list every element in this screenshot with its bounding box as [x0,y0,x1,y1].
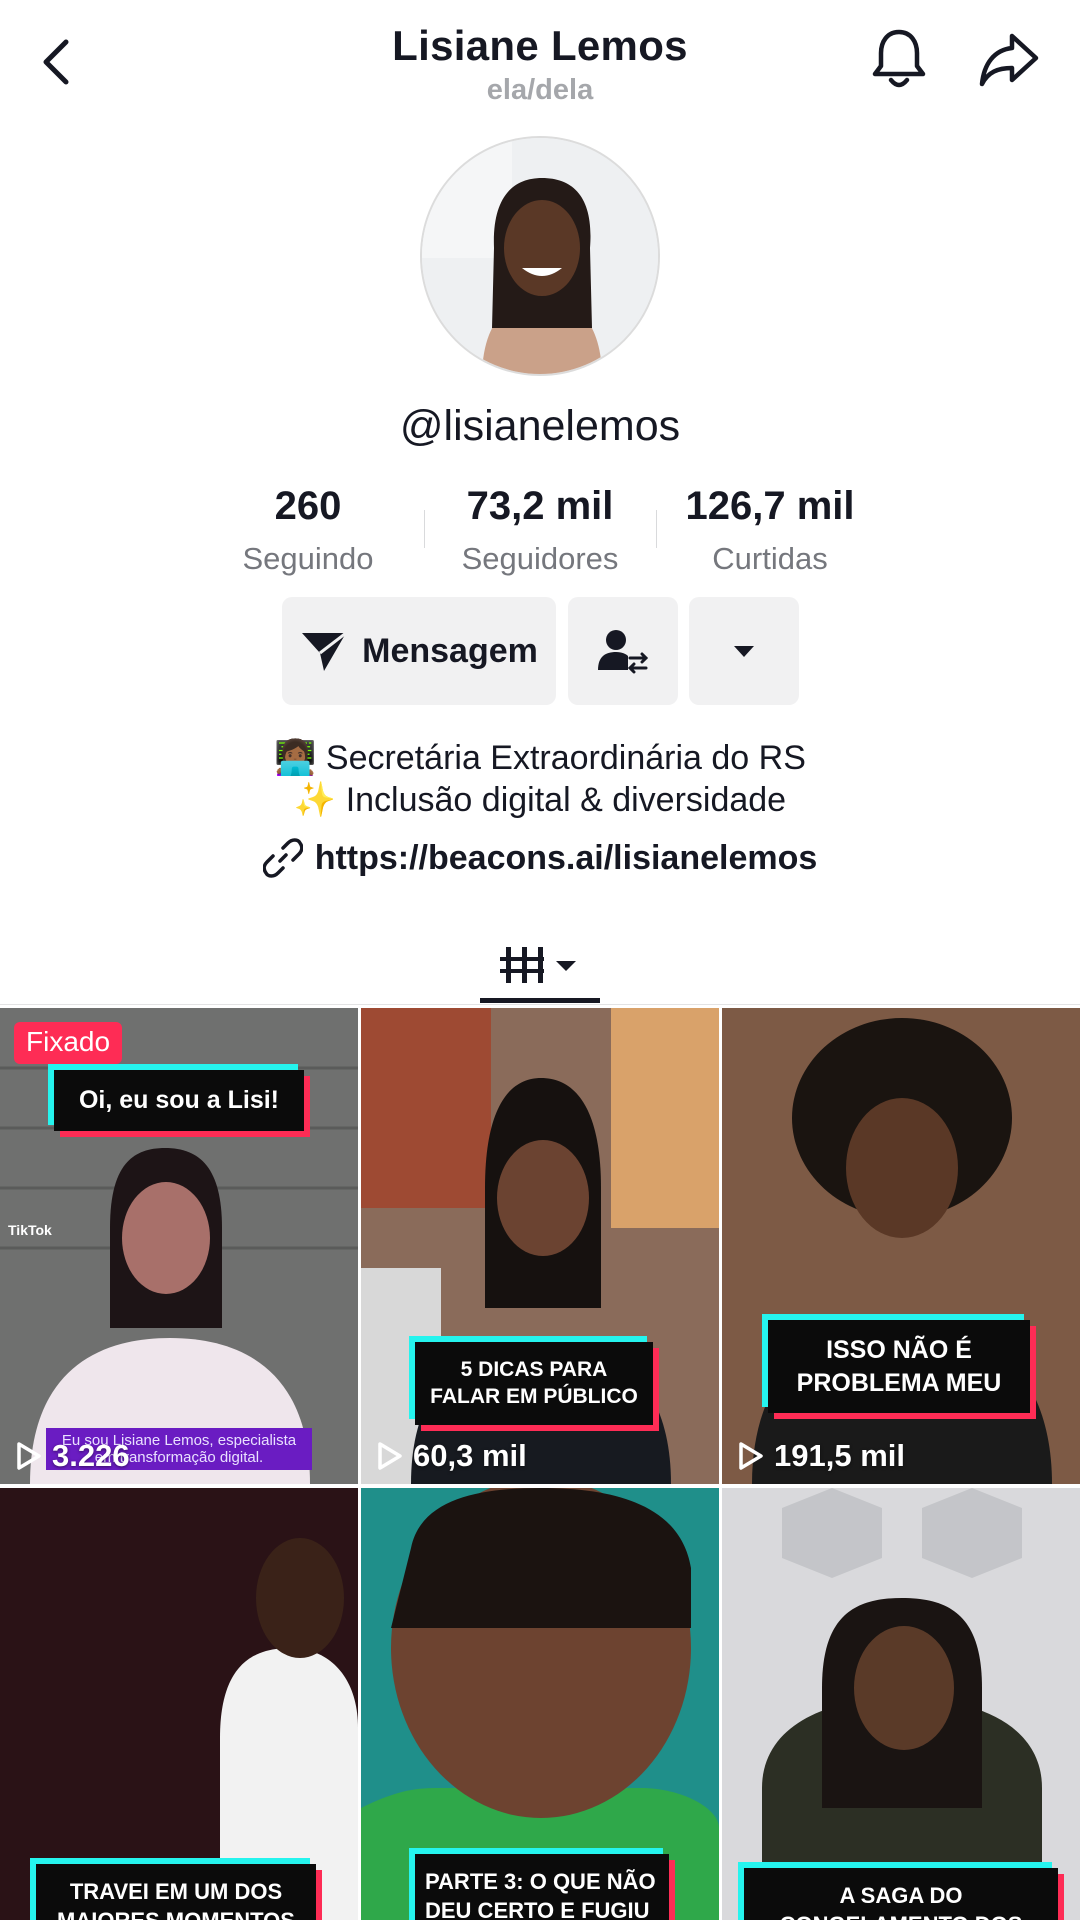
video-thumbnail[interactable]: Fixado Oi, eu sou a Lisi! TikTok Eu sou … [0,1008,358,1484]
play-icon [739,1442,763,1470]
video-thumbnail-image [0,1488,358,1920]
more-options-button[interactable] [689,597,799,705]
send-icon [302,631,348,671]
avatar-photo [422,138,658,374]
tab-videos[interactable] [480,930,600,1000]
profile-header: Lisiane Lemos ela/dela [0,0,1080,120]
profile-handle: @lisianelemos [399,402,681,450]
follow-status-button[interactable] [568,597,678,705]
videos-grid-icon [500,947,576,983]
bell-icon[interactable] [868,26,930,92]
bio-link-text: https://beacons.ai/lisianelemos [314,838,818,877]
video-caption: A SAGA DO CONGELAMENTO DOS MEUS ÓVULOS P… [744,1868,1058,1920]
stat-divider [656,510,657,548]
video-caption: TRAVEI EM UM DOS MAIORES MOMENTOS [36,1864,316,1920]
bio-link[interactable]: https://beacons.ai/lisianelemos [0,838,1080,878]
stat-likes[interactable]: 126,7 mil Curtidas [660,484,880,577]
stat-following-value: 260 [274,484,342,528]
caret-down-icon [734,646,754,657]
video-grid: Fixado Oi, eu sou a Lisi! TikTok Eu sou … [0,1008,1080,1920]
video-thumbnail[interactable]: TRAVEI EM UM DOS MAIORES MOMENTOS [0,1488,358,1920]
video-thumbnail[interactable]: 5 DICAS PARA FALAR EM PÚBLICO 60,3 mil [361,1008,719,1484]
video-thumbnail[interactable]: A SAGA DO CONGELAMENTO DOS MEUS ÓVULOS P… [722,1488,1080,1920]
message-button-label: Mensagem [362,631,538,670]
share-arrow-icon[interactable] [978,30,1040,90]
stat-likes-label: Curtidas [712,541,828,576]
bio-line-1: 👩🏾‍💻 Secretária Extraordinária do RS [274,739,806,777]
video-views: 60,3 mil [377,1438,527,1474]
video-views: 191,5 mil [738,1438,905,1474]
video-views-count: 3.226 [52,1438,130,1473]
link-icon [262,838,303,878]
stat-followers[interactable]: 73,2 mil Seguidores [430,484,650,577]
bio-line-2: ✨ Inclusão digital & diversidade [293,781,787,819]
video-thumbnail[interactable]: PARTE 3: O QUE NÃO DEU CERTO E FUGIU DO … [361,1488,719,1920]
video-views: 3.226 [16,1438,130,1474]
tab-divider [0,1004,1080,1005]
tab-active-indicator [480,998,600,1003]
stat-following[interactable]: 260 Seguindo [198,484,418,577]
stat-followers-label: Seguidores [461,541,619,576]
user-swap-icon [598,630,648,674]
stat-divider [424,510,425,548]
video-thumbnail[interactable]: ISSO NÃO É PROBLEMA MEU 191,5 mil [722,1008,1080,1484]
video-caption: ISSO NÃO É PROBLEMA MEU [768,1320,1030,1413]
stat-likes-value: 126,7 mil [685,484,855,528]
pinned-badge: Fixado [14,1022,123,1064]
message-button[interactable]: Mensagem [282,597,556,705]
video-caption: 5 DICAS PARA FALAR EM PÚBLICO [415,1342,653,1425]
profile-stats: 260 Seguindo 73,2 mil Seguidores 126,7 m… [0,484,1080,584]
play-icon [17,1442,41,1470]
video-thumbnail-image [722,1488,1080,1920]
video-caption: PARTE 3: O QUE NÃO DEU CERTO E FUGIU DO … [415,1854,669,1920]
video-caption: Oi, eu sou a Lisi! [54,1070,304,1131]
play-icon [378,1442,402,1470]
video-views-count: 191,5 mil [774,1438,905,1473]
tiktok-watermark: TikTok [8,1222,52,1238]
video-views-count: 60,3 mil [413,1438,527,1473]
stat-followers-value: 73,2 mil [466,484,614,528]
stat-following-label: Seguindo [242,541,374,576]
avatar[interactable] [420,136,660,376]
